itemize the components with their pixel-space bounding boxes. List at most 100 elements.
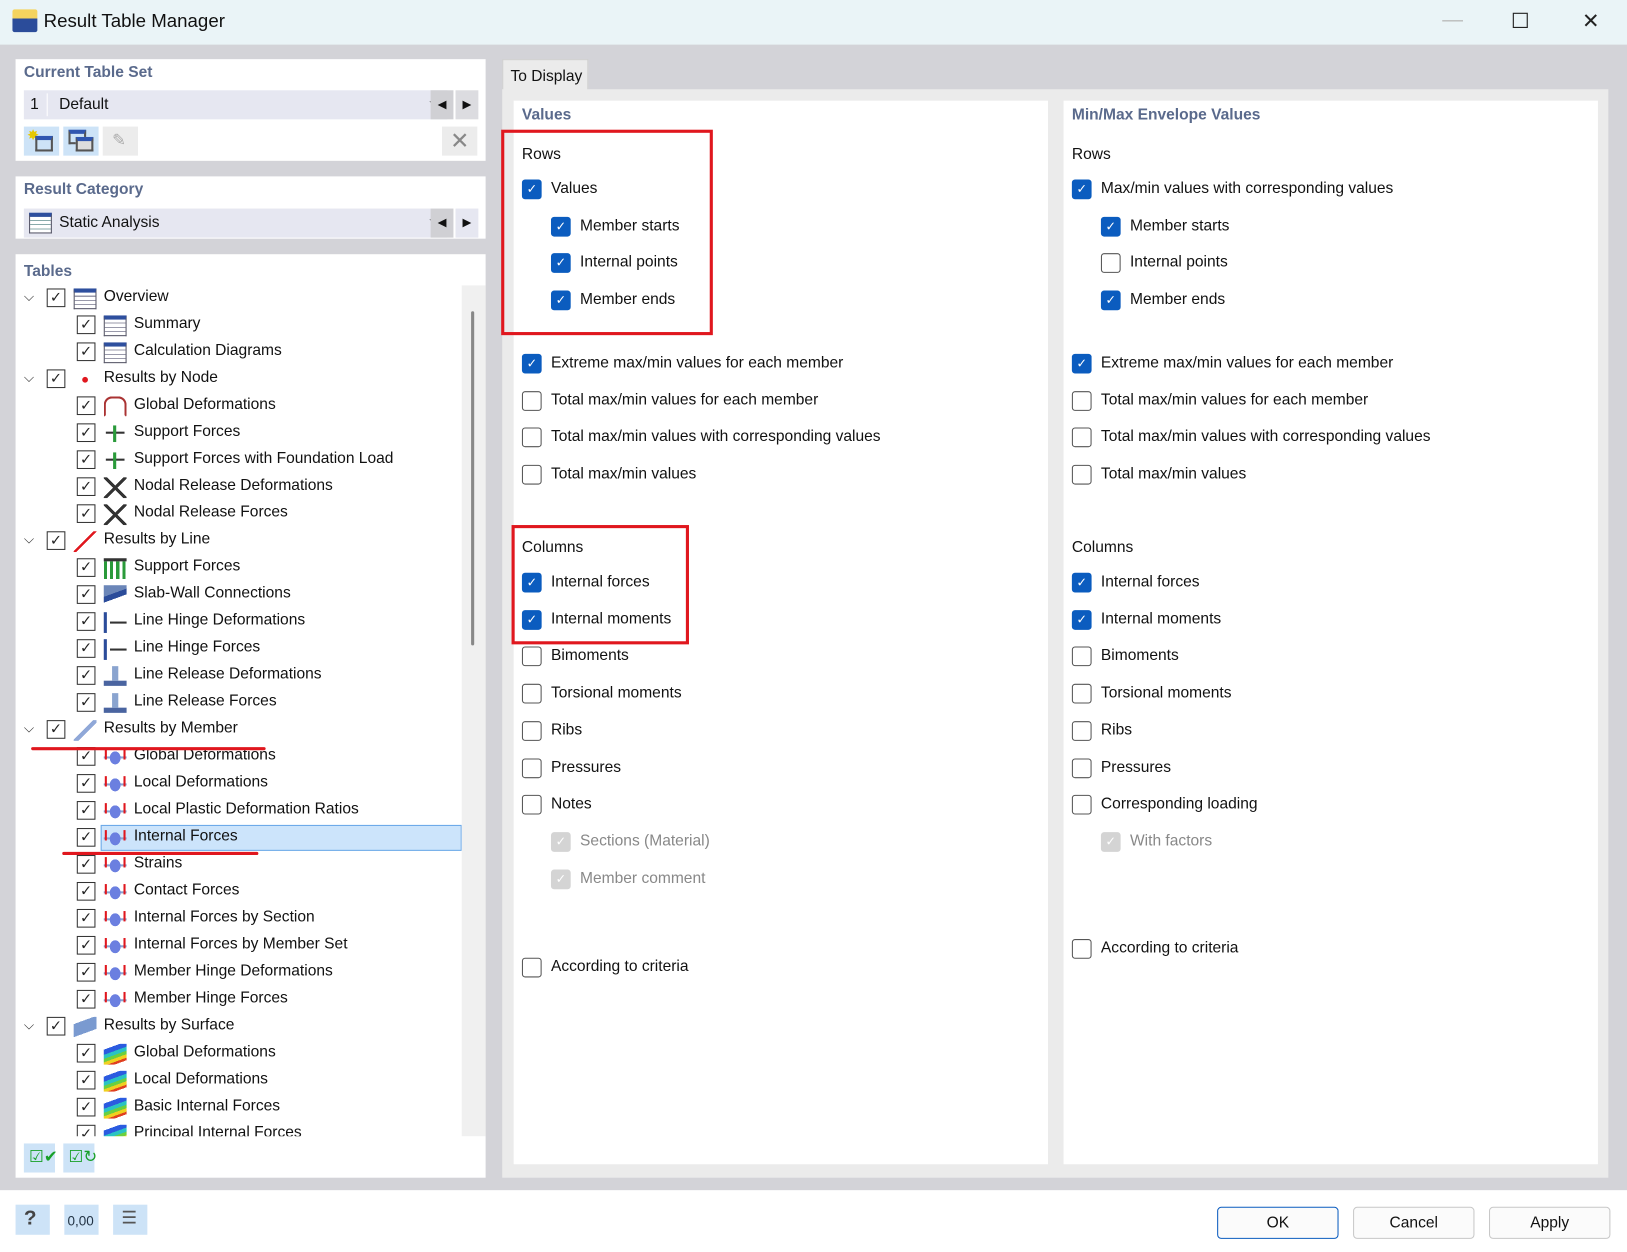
tree-item-checkbox[interactable]: ✓: [46, 531, 66, 550]
checkbox[interactable]: [521, 464, 542, 485]
tree-item-checkbox[interactable]: ✓: [76, 1124, 96, 1137]
tree-item[interactable]: ⌵ ✓ Results by Node: [16, 366, 462, 393]
tree-item[interactable]: ✓ Line Release Deformations: [16, 663, 462, 690]
apply-button[interactable]: Apply: [1488, 1206, 1611, 1239]
tree-item-checkbox[interactable]: ✓: [76, 855, 96, 874]
tree-item-checkbox[interactable]: ✓: [76, 935, 96, 955]
tree-item-checkbox[interactable]: ✓: [76, 908, 96, 928]
tree-item[interactable]: ⌵ ✓ Results by Member: [16, 717, 462, 744]
tree-item[interactable]: ✓ Summary: [16, 312, 462, 339]
tree-item[interactable]: ✓ Nodal Release Forces: [16, 501, 462, 528]
tree-item-checkbox[interactable]: ✓: [76, 477, 96, 496]
checkbox[interactable]: [1071, 390, 1092, 411]
tree-item[interactable]: ✓ Internal Forces: [16, 824, 462, 852]
tree-item-checkbox[interactable]: ✓: [46, 1016, 66, 1036]
tree-item-checkbox[interactable]: ✓: [46, 720, 66, 739]
tree-item[interactable]: ✓ Nodal Release Deformations: [16, 474, 462, 501]
checkbox[interactable]: [521, 795, 542, 815]
tree-item[interactable]: ✓ Member Hinge Forces: [16, 987, 462, 1014]
checkbox[interactable]: [1100, 253, 1121, 274]
checkbox[interactable]: [1071, 646, 1092, 667]
tree-item-checkbox[interactable]: ✓: [76, 828, 96, 847]
checkbox[interactable]: [521, 427, 542, 448]
tree-item-checkbox[interactable]: ✓: [76, 558, 96, 577]
checkbox[interactable]: ✓: [1071, 179, 1092, 200]
checkbox[interactable]: [521, 646, 542, 667]
tree-item[interactable]: ✓ Member Hinge Deformations: [16, 960, 462, 987]
tree-item[interactable]: ✓ Local Deformations: [16, 771, 462, 798]
close-button[interactable]: ✕: [1575, 8, 1606, 35]
delete-table-set-button[interactable]: ✕: [442, 126, 478, 156]
collapse-chevron-icon[interactable]: ⌵: [24, 531, 34, 548]
tree-item-checkbox[interactable]: ✓: [76, 1043, 96, 1063]
tree-item-checkbox[interactable]: ✓: [76, 450, 96, 470]
checkbox[interactable]: ✓: [1100, 216, 1121, 237]
tree-item-checkbox[interactable]: ✓: [76, 774, 96, 793]
tree-item[interactable]: ✓ Line Release Forces: [16, 690, 462, 717]
toggle-selection-button[interactable]: ☑↻: [63, 1143, 97, 1173]
tree-scrollbar[interactable]: [461, 285, 486, 1137]
tree-item[interactable]: ✓ Internal Forces by Member Set: [16, 933, 462, 960]
rename-table-set-button[interactable]: ✎: [102, 126, 139, 156]
tree-item-checkbox[interactable]: ✓: [76, 1097, 96, 1117]
maximize-button[interactable]: ☐: [1505, 8, 1536, 35]
tree-item-checkbox[interactable]: ✓: [76, 666, 96, 685]
new-table-set-button[interactable]: ✸: [23, 126, 60, 156]
previous-category-button[interactable]: ◀: [430, 208, 454, 238]
collapse-chevron-icon[interactable]: ⌵: [24, 288, 34, 305]
checkbox[interactable]: [1071, 683, 1092, 704]
tree-item-checkbox[interactable]: ✓: [76, 612, 96, 631]
minimize-button[interactable]: —: [1437, 8, 1468, 35]
checkbox[interactable]: [1071, 939, 1092, 959]
tab-to-display[interactable]: To Display: [502, 59, 589, 91]
collapse-chevron-icon[interactable]: ⌵: [24, 1017, 34, 1034]
tree-item-checkbox[interactable]: ✓: [76, 693, 96, 712]
tree-item[interactable]: ✓ Support Forces: [16, 555, 462, 582]
next-category-button[interactable]: ▶: [455, 208, 479, 238]
tree-item[interactable]: ✓ Strains: [16, 852, 462, 879]
tree-item[interactable]: ✓ Basic Internal Forces: [16, 1095, 462, 1122]
checkbox[interactable]: ✓: [1100, 290, 1121, 311]
tree-item[interactable]: ⌵ ✓ Results by Line: [16, 528, 462, 555]
checkbox[interactable]: ✓: [1071, 353, 1092, 374]
tree-item-checkbox[interactable]: ✓: [76, 504, 96, 523]
result-category-dropdown[interactable]: Static Analysis ⌵: [23, 208, 448, 238]
cancel-button[interactable]: Cancel: [1353, 1206, 1475, 1239]
tree-item-checkbox[interactable]: ✓: [76, 639, 96, 658]
tree-item-checkbox[interactable]: ✓: [76, 881, 96, 901]
tree-item[interactable]: ⌵ ✓ Overview: [16, 285, 462, 312]
checkbox[interactable]: [1071, 427, 1092, 448]
checkbox[interactable]: [521, 390, 542, 411]
checkbox[interactable]: [1071, 795, 1092, 815]
tree-item[interactable]: ✓ Global Deformations: [16, 393, 462, 420]
tree-item-checkbox[interactable]: ✓: [46, 369, 66, 389]
checkbox[interactable]: [521, 957, 542, 978]
tree-item[interactable]: ⌵ ✓ Results by Surface: [16, 1014, 462, 1041]
ok-button[interactable]: OK: [1217, 1206, 1339, 1239]
check-all-button[interactable]: ☑✔: [23, 1143, 58, 1173]
checkbox[interactable]: [1071, 720, 1092, 741]
next-table-set-button[interactable]: ▶: [455, 90, 479, 120]
tree-item[interactable]: ✓ Support Forces with Foundation Load: [16, 447, 462, 474]
tree-item-checkbox[interactable]: ✓: [76, 801, 96, 820]
tree-item-checkbox[interactable]: ✓: [76, 423, 96, 443]
tree-item-checkbox[interactable]: ✓: [46, 288, 66, 308]
checkbox[interactable]: ✓: [1071, 572, 1092, 593]
tree-item[interactable]: ✓ Slab-Wall Connections: [16, 582, 462, 609]
table-set-dropdown[interactable]: 1 Default ⌵: [23, 90, 448, 120]
tree-item[interactable]: ✓ Line Hinge Forces: [16, 636, 462, 663]
checkbox[interactable]: [1071, 757, 1092, 778]
collapse-chevron-icon[interactable]: ⌵: [24, 720, 34, 737]
tree-item-checkbox[interactable]: ✓: [76, 396, 96, 416]
checkbox[interactable]: [521, 757, 542, 778]
tree-item-checkbox[interactable]: ✓: [76, 962, 96, 982]
previous-table-set-button[interactable]: ◀: [430, 90, 454, 120]
tree-item-checkbox[interactable]: ✓: [76, 342, 96, 362]
copy-table-set-button[interactable]: [63, 126, 99, 156]
checkbox[interactable]: [521, 720, 542, 741]
tree-item[interactable]: ✓ Support Forces: [16, 420, 462, 447]
checkbox[interactable]: ✓: [521, 353, 542, 374]
tree-item[interactable]: ✓ Contact Forces: [16, 879, 462, 906]
tree-item[interactable]: ✓ Local Plastic Deformation Ratios: [16, 798, 462, 825]
tree-item[interactable]: ✓ Global Deformations: [16, 1041, 462, 1068]
